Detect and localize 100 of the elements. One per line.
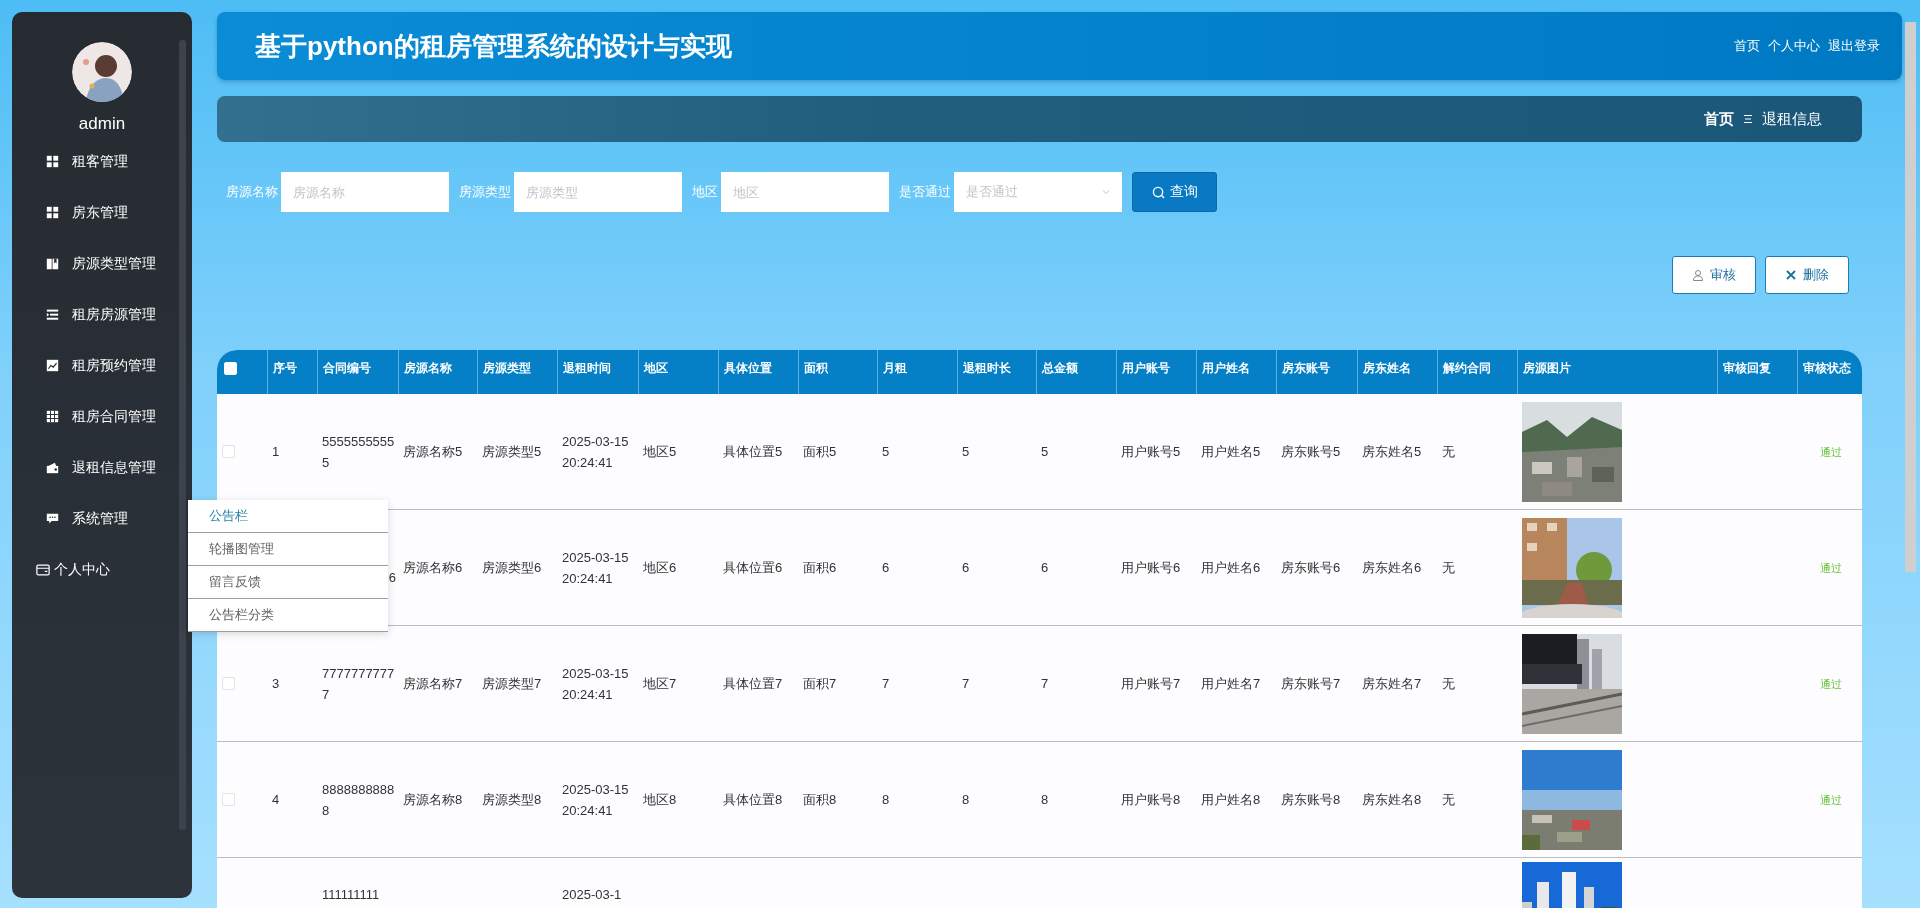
sidebar-item[interactable]: 系统管理 [12, 493, 162, 544]
menu-item[interactable]: 轮播图管理 [188, 533, 388, 566]
book-icon [46, 257, 59, 270]
table-cell: 房东姓名5 [1362, 444, 1422, 459]
menu-item[interactable]: 公告栏分类 [188, 599, 388, 632]
table-cell: 7 [1041, 676, 1049, 691]
table-cell: 房源名称6 [403, 560, 463, 575]
table-cell: 用户账号8 [1121, 792, 1181, 807]
table-cell: 6 [388, 570, 396, 585]
table-cell: 具体位置8 [723, 792, 783, 807]
input-field[interactable]: 地区 [721, 172, 889, 212]
sidebar-item[interactable]: 租客管理 [12, 136, 162, 187]
column-header: 房东姓名 [1357, 350, 1437, 394]
table-cell: 5 [1041, 444, 1049, 459]
table-cell: 77777777777 [322, 665, 395, 702]
separator-icon [1743, 114, 1753, 124]
sidebar-item[interactable]: 退租信息管理 [12, 442, 162, 493]
card-icon [36, 562, 50, 577]
table-cell: 8 [882, 792, 890, 807]
close-icon [1785, 269, 1797, 281]
table-cell: 8 [962, 792, 970, 807]
sidebar-item[interactable]: 房东管理 [12, 187, 162, 238]
column-header: 合同编号 [317, 350, 398, 394]
status-text: 通过 [1820, 677, 1842, 690]
search-icon [1151, 185, 1165, 199]
table-cell: 面积8 [803, 792, 837, 807]
sidebar-item[interactable]: 房源类型管理 [12, 238, 162, 289]
list-icon [46, 308, 59, 321]
nav-link[interactable]: 首页 [1734, 37, 1760, 55]
status-text: 通过 [1820, 793, 1842, 806]
status-text: 通过 [1820, 445, 1842, 458]
column-header: 退租时间 [557, 350, 638, 394]
table-cell: 88888888888 [322, 781, 395, 818]
column-header: 具体位置 [718, 350, 798, 394]
field-label: 房源类型 [459, 183, 511, 201]
menu-item[interactable]: 公告栏 [188, 500, 388, 533]
delete-button[interactable]: 删除 [1765, 256, 1849, 294]
column-header: 月租 [877, 350, 957, 394]
status-text: 通过 [1820, 561, 1842, 574]
table-cell: 无 [1442, 560, 1455, 575]
row-checkbox[interactable] [222, 677, 235, 690]
scrollbar[interactable] [1905, 22, 1916, 572]
grid-icon [46, 155, 59, 168]
field-label: 地区 [692, 183, 718, 201]
input-field[interactable]: 房源类型 [514, 172, 682, 212]
column-header: 退租时长 [957, 350, 1036, 394]
table-cell: 地区5 [643, 444, 677, 459]
nav-link[interactable]: 退出登录 [1828, 37, 1880, 55]
table-cell: 6 [962, 560, 970, 575]
table-cell: 具体位置7 [723, 676, 783, 691]
table-cell: 用户姓名5 [1201, 444, 1261, 459]
table-cell: 8 [1041, 792, 1049, 807]
table-cell: 用户账号7 [1121, 676, 1181, 691]
table-cell: 面积5 [803, 444, 837, 459]
table-cell: 无 [1442, 444, 1455, 459]
column-header: 房东账号 [1276, 350, 1357, 394]
table-cell: 4 [272, 792, 280, 807]
table-cell: 6 [882, 560, 890, 575]
search-button[interactable]: 查询 [1132, 172, 1217, 212]
menu-item[interactable]: 留言反馈 [188, 566, 388, 599]
input-field[interactable]: 房源名称 [281, 172, 449, 212]
column-header: 审核状态 [1797, 350, 1862, 394]
table-cell: 7 [962, 676, 970, 691]
sidebar-item[interactable]: 租房合同管理 [12, 391, 162, 442]
breadcrumb-item[interactable]: 首页 [1704, 109, 1734, 129]
table-cell: 房源类型7 [482, 676, 542, 691]
table-cell: 2025-03-15 20:24:41 [562, 665, 629, 702]
column-header: 审核回复 [1717, 350, 1797, 394]
sidebar-item[interactable]: 租房房源管理 [12, 289, 162, 340]
app-title: 基于python的租房管理系统的设计与实现 [255, 29, 732, 63]
table-cell: 地区6 [643, 560, 677, 575]
column-header: 用户账号 [1116, 350, 1196, 394]
column-header: 地区 [638, 350, 718, 394]
table-cell: 用户账号6 [1121, 560, 1181, 575]
table-cell: 2025-03-15 20:24:41 [562, 781, 629, 818]
table-cell: 房东姓名7 [1362, 676, 1422, 691]
chat-icon [46, 512, 59, 525]
select-all-checkbox[interactable] [224, 361, 237, 375]
chevron-down-icon [1102, 188, 1110, 196]
table-cell: 面积6 [803, 560, 837, 575]
table-cell: 面积7 [803, 676, 837, 691]
wallet-icon [46, 461, 59, 474]
column-header: 总金额 [1036, 350, 1116, 394]
table-cell: 具体位置6 [723, 560, 783, 575]
row-checkbox[interactable] [222, 445, 235, 458]
table-cell: 房源名称5 [403, 444, 463, 459]
table-cell: 无 [1442, 792, 1455, 807]
table-cell: 房源名称7 [403, 676, 463, 691]
review-button[interactable]: 审核 [1672, 256, 1756, 294]
sidebar-item[interactable]: 租房预约管理 [12, 340, 162, 391]
column-header: 用户姓名 [1196, 350, 1276, 394]
chart-icon [46, 359, 59, 372]
table-cell: 地区8 [643, 792, 677, 807]
row-checkbox[interactable] [222, 793, 235, 806]
sidebar-item[interactable]: 个人中心 [12, 544, 162, 595]
table-cell: 用户账号5 [1121, 444, 1181, 459]
table-cell: 5 [882, 444, 890, 459]
nav-link[interactable]: 个人中心 [1768, 37, 1820, 55]
table-cell: 房东账号8 [1281, 792, 1341, 807]
scrollbar[interactable] [179, 40, 186, 830]
